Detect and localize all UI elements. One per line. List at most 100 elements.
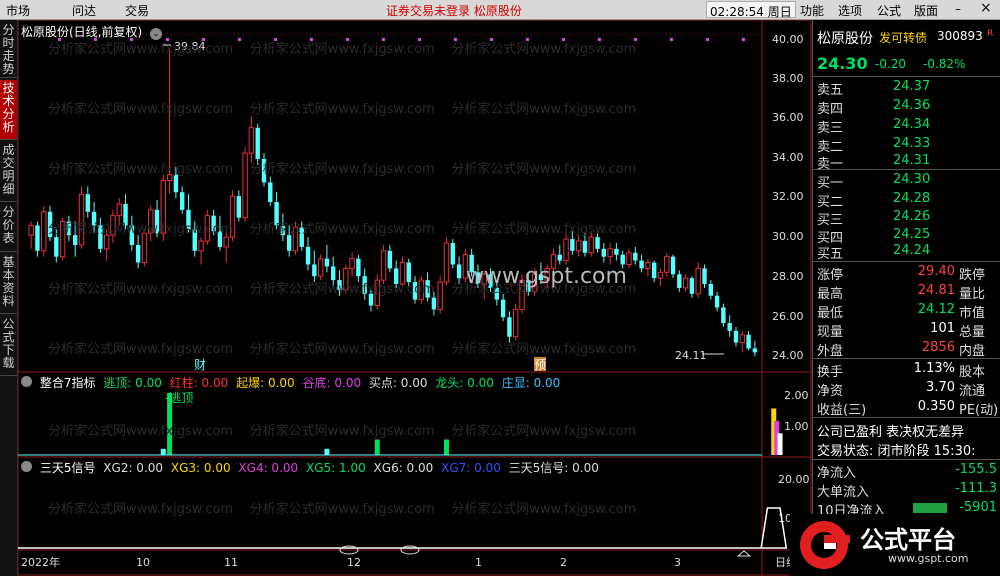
price-tick: 28.00: [772, 270, 804, 283]
price-change-pct: -0.82%: [923, 57, 966, 71]
bid-label: 买一: [817, 176, 844, 191]
ask-row[interactable]: 卖二 24.33: [813, 135, 1000, 155]
bid-row[interactable]: 买五 24.24: [813, 242, 1000, 262]
main-pane-title[interactable]: 松原股份(日线,前复权): [21, 25, 142, 39]
stat-value: 29.40: [917, 264, 955, 279]
candle-body: [651, 262, 657, 279]
price-change: -0.20: [875, 57, 907, 71]
stock-name[interactable]: 松原股份: [817, 28, 873, 48]
candle-body: [739, 334, 745, 344]
trade-status: 交易状态: 闭市阶段 15:30:: [817, 444, 976, 459]
tab-intraday[interactable]: 分时走势: [0, 22, 17, 78]
menu-trade[interactable]: 交易: [125, 2, 149, 19]
ask-row[interactable]: 卖一 24.31: [813, 152, 1000, 172]
candle-body: [689, 278, 695, 294]
pane2-item: 逃顶: 0.00: [103, 376, 162, 390]
stat-label2: 股本: [959, 365, 986, 380]
ask-price: 24.34: [893, 117, 931, 132]
ask-row[interactable]: 卖三 24.34: [813, 116, 1000, 136]
pane2-name[interactable]: 整合7指标: [40, 376, 96, 390]
candle-body: [129, 225, 135, 245]
menu-function[interactable]: 功能: [800, 2, 824, 19]
price-tick: 26.00: [772, 310, 804, 323]
quote-panel: 松原股份 发可转债 300893 R 24.30 -0.20 -0.82% 卖五…: [812, 20, 1000, 576]
stat-label: 最高: [817, 287, 844, 302]
flow-value: -111.3: [955, 481, 997, 496]
stat-row: 涨停 29.40 跌停: [813, 263, 1000, 283]
candle-body: [746, 334, 751, 349]
ask-row[interactable]: 卖四 24.36: [813, 97, 1000, 117]
stat-value: 2856: [921, 340, 955, 355]
pane3-name[interactable]: 三天5信号: [40, 461, 96, 475]
signal-bar: [160, 448, 166, 455]
signal-dot: [310, 38, 313, 41]
convertible-bond-badge[interactable]: 发可转债: [879, 29, 927, 46]
chevron-down-icon[interactable]: ⌄: [150, 28, 163, 40]
candle-body: [670, 256, 676, 275]
pane3-tick: 20.00: [778, 473, 810, 486]
menu-wenda[interactable]: 问达: [72, 2, 96, 19]
flow-value: -155.5: [955, 462, 997, 477]
pane2-item: 谷底: 0.00: [302, 376, 362, 390]
signal-dot: [418, 38, 421, 41]
menu-layout[interactable]: 版面: [914, 2, 938, 19]
bid-row[interactable]: 买二 24.28: [813, 190, 1000, 210]
price-axis: 40.00 38.00 36.00 34.00 32.00 30.00 28.0…: [772, 33, 804, 362]
chart-area[interactable]: 40.00 38.00 36.00 34.00 32.00 30.00 28.0…: [18, 20, 812, 576]
signal-dot: [598, 38, 601, 41]
signal-bar: [777, 433, 783, 455]
candle-body: [179, 192, 185, 210]
candle-body: [317, 258, 324, 277]
pane2-item: 红柱: 0.00: [169, 376, 229, 390]
stat-label2: 市值: [959, 306, 986, 321]
tab-price-table[interactable]: 分价表: [0, 204, 17, 252]
candle-body: [343, 267, 349, 291]
divider: [813, 261, 1000, 262]
bid-row[interactable]: 买三 24.26: [813, 208, 1000, 228]
close-icon[interactable]: ×: [980, 0, 992, 16]
candle-body: [682, 277, 689, 289]
menu-market[interactable]: 市场: [6, 2, 30, 19]
tab-technical-analysis[interactable]: 技术分析: [0, 80, 17, 140]
candle-body: [752, 348, 758, 353]
finance-marker[interactable]: 财: [194, 358, 206, 372]
pane-menu-icon[interactable]: [21, 376, 32, 387]
stat-label2: 流通: [959, 384, 986, 399]
tab-formula-download[interactable]: 公式下载: [0, 316, 17, 376]
stat-label: 换手: [817, 365, 844, 380]
minimize-icon[interactable]: –: [955, 2, 961, 16]
tab-basic-info[interactable]: 基本资料: [0, 254, 17, 314]
stat-label2: 跌停: [959, 268, 986, 283]
candle-body: [406, 262, 411, 283]
candle-body: [657, 271, 664, 279]
divider: [813, 76, 1000, 77]
candle-body: [450, 242, 455, 265]
x-tick: 3: [674, 556, 681, 569]
ask-row[interactable]: 卖五 24.37: [813, 78, 1000, 98]
stat-label: 最低: [817, 306, 844, 321]
forecast-marker[interactable]: 预: [534, 358, 546, 372]
candle-body: [280, 225, 286, 236]
signal-dot: [202, 38, 205, 41]
pane3-item: XG7: 0.00: [441, 461, 501, 475]
menu-formula[interactable]: 公式: [877, 2, 901, 19]
stat-value: 24.81: [917, 283, 955, 298]
flow-row: 大单流入 -111.3: [813, 480, 1000, 500]
candle-body: [229, 195, 236, 238]
stock-code: 300893: [937, 29, 983, 43]
tab-trade-details[interactable]: 成交明细: [0, 142, 17, 202]
candle-body: [141, 232, 148, 264]
menu-options[interactable]: 选项: [838, 2, 862, 19]
stat-label2: PE(动): [959, 403, 999, 418]
divider: [813, 169, 1000, 170]
pane-menu-icon[interactable]: [21, 461, 32, 472]
candle-body: [412, 282, 418, 300]
login-notice[interactable]: 证券交易未登录 松原股份: [386, 2, 522, 19]
candle-body: [437, 281, 443, 310]
candle-body: [733, 330, 739, 343]
kline-chart[interactable]: 40.00 38.00 36.00 34.00 32.00 30.00 28.0…: [18, 20, 812, 576]
candle-body: [513, 308, 519, 338]
candle-body: [135, 244, 141, 263]
signal-dot: [274, 38, 277, 41]
bid-row[interactable]: 买一 24.30: [813, 171, 1000, 191]
